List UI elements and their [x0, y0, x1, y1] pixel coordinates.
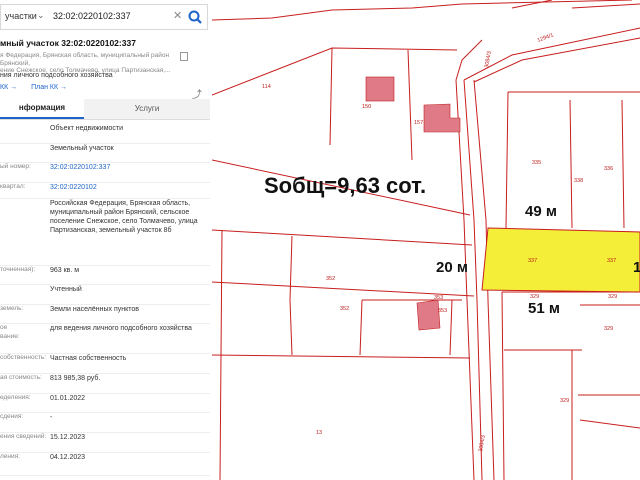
info-row: Объект недвижимости: [0, 124, 210, 144]
info-row-value: 813 985,38 руб.: [50, 375, 101, 382]
info-row: ое вание: для ведения личного подсобного х…: [0, 324, 210, 354]
parcel-number: 157: [414, 120, 423, 126]
info-row: еделения: 01.01.2022: [0, 394, 210, 413]
parcel-number: 336: [604, 166, 613, 172]
info-row-value: -: [50, 414, 53, 421]
building: [416, 299, 441, 331]
info-row: земель: Земли населённых пунктов: [0, 305, 210, 324]
address-line: я Федерация, Брянская область, муниципал…: [0, 52, 170, 67]
info-row: собственность: Частная собственность: [0, 354, 210, 374]
area-label: Sобщ=9,63 сот.: [264, 173, 426, 198]
info-row-key: еделения:: [0, 394, 31, 401]
map-canvas[interactable]: 114 150 157 335 336 338 337 337 352 352 353 353 329 3…: [212, 0, 640, 480]
info-row-key: ая стоимость:: [0, 374, 42, 381]
chevron-down-icon[interactable]: ⌄: [37, 10, 45, 21]
info-row-key: ления:: [0, 453, 20, 460]
cadastral-map[interactable]: 114 150 157 335 336 338 337 337 352 352 353 353 329 3…: [212, 0, 640, 480]
info-row-value: для ведения личного подсобного хозяйства: [50, 325, 192, 332]
parcel-number: 353: [434, 295, 443, 301]
parcel-number: 335: [532, 160, 541, 166]
object-links: КК → План КК →: [0, 84, 81, 91]
object-title: мный участок 32:02:0220102:337: [0, 38, 136, 48]
search-icon: [188, 10, 202, 24]
parcel-number: 352: [340, 306, 349, 312]
dimension-right: 1: [633, 259, 640, 276]
parcel-number: 329: [560, 398, 569, 404]
parcel-number: 150: [362, 104, 371, 110]
info-row-key: сдения:: [0, 413, 24, 420]
info-row-value[interactable]: 32:02:0220102:337: [50, 163, 206, 172]
info-row-key: собственность:: [0, 354, 47, 361]
dimension-top: 49 м: [525, 203, 557, 220]
parcel-number: 329: [604, 326, 613, 332]
parcel-number: 337: [607, 258, 616, 264]
clear-icon[interactable]: ✕: [173, 9, 182, 22]
info-row: Российская Федерация, Брянская область, …: [0, 199, 210, 266]
info-row: сдения: -: [0, 413, 210, 433]
parcel-number: 338: [574, 178, 583, 184]
info-row: Учтенный: [0, 285, 210, 305]
tab-services[interactable]: Услуги: [84, 99, 210, 119]
tabs: нформация Услуги: [0, 99, 210, 120]
info-row-value: Земельный участок: [50, 145, 114, 152]
info-row-key: точненная):: [0, 266, 36, 273]
info-row-value[interactable]: 32:02:0220102: [50, 183, 206, 192]
info-row: ый номер: 32:02:0220102:337: [0, 163, 210, 183]
search-button[interactable]: [185, 8, 205, 26]
info-row-value: Российская Федерация, Брянская область, …: [50, 200, 198, 234]
info-row: точненная): 963 кв. м: [0, 266, 210, 285]
info-row: ая стоимость: 813 985,38 руб.: [0, 374, 210, 394]
parcel-number: 352: [326, 276, 335, 282]
object-purpose: ния личного подсобного хозяйства: [0, 72, 113, 79]
search-input[interactable]: 32:02:0220102:337: [53, 11, 131, 21]
info-row-value: Земли населённых пунктов: [50, 306, 140, 313]
parcel-number: 337: [528, 258, 537, 264]
selected-parcel[interactable]: [481, 227, 640, 293]
info-row-value: 15.12.2023: [50, 434, 86, 441]
search-bar[interactable]: участки ⌄ 32:02:0220102:337 ✕: [0, 4, 208, 30]
info-row-key: вание:: [0, 333, 20, 340]
building: [365, 76, 395, 102]
info-row-value: Учтенный: [50, 286, 82, 293]
info-row-key: земель:: [0, 305, 24, 312]
search-category[interactable]: участки: [5, 11, 37, 21]
info-row-value: 04.12.2023: [50, 454, 86, 461]
info-row-key: ения сведений:: [0, 433, 47, 440]
dimension-left: 20 м: [436, 259, 468, 276]
tab-info[interactable]: нформация: [0, 99, 84, 119]
info-row: квартал: 32:02:0220102: [0, 183, 210, 199]
info-row-value: Объект недвижимости: [50, 125, 124, 132]
kk-link[interactable]: КК →: [0, 84, 17, 91]
info-row-value: 01.01.2022: [50, 395, 86, 402]
info-row-key: ое: [0, 324, 8, 331]
info-row: ления: 04.12.2023: [0, 453, 210, 476]
parcel-number: 329: [608, 294, 617, 300]
info-row-value: Частная собственность: [50, 355, 127, 362]
info-row: ения сведений: 15.12.2023: [0, 433, 210, 453]
info-row-key: ый номер:: [0, 163, 31, 170]
info-row-value: 963 кв. м: [50, 267, 80, 274]
parcel-number: 353: [438, 308, 447, 314]
plan-kk-link[interactable]: План КК →: [31, 84, 67, 91]
info-panel: участки ⌄ 32:02:0220102:337 ✕ мный участ…: [0, 0, 213, 480]
dimension-bottom: 51 м: [528, 300, 560, 317]
info-row: Земельный участок: [0, 144, 210, 163]
parcel-number: 114: [262, 84, 271, 90]
info-row-key: квартал:: [0, 183, 26, 190]
parcel-number: 13: [316, 430, 322, 436]
